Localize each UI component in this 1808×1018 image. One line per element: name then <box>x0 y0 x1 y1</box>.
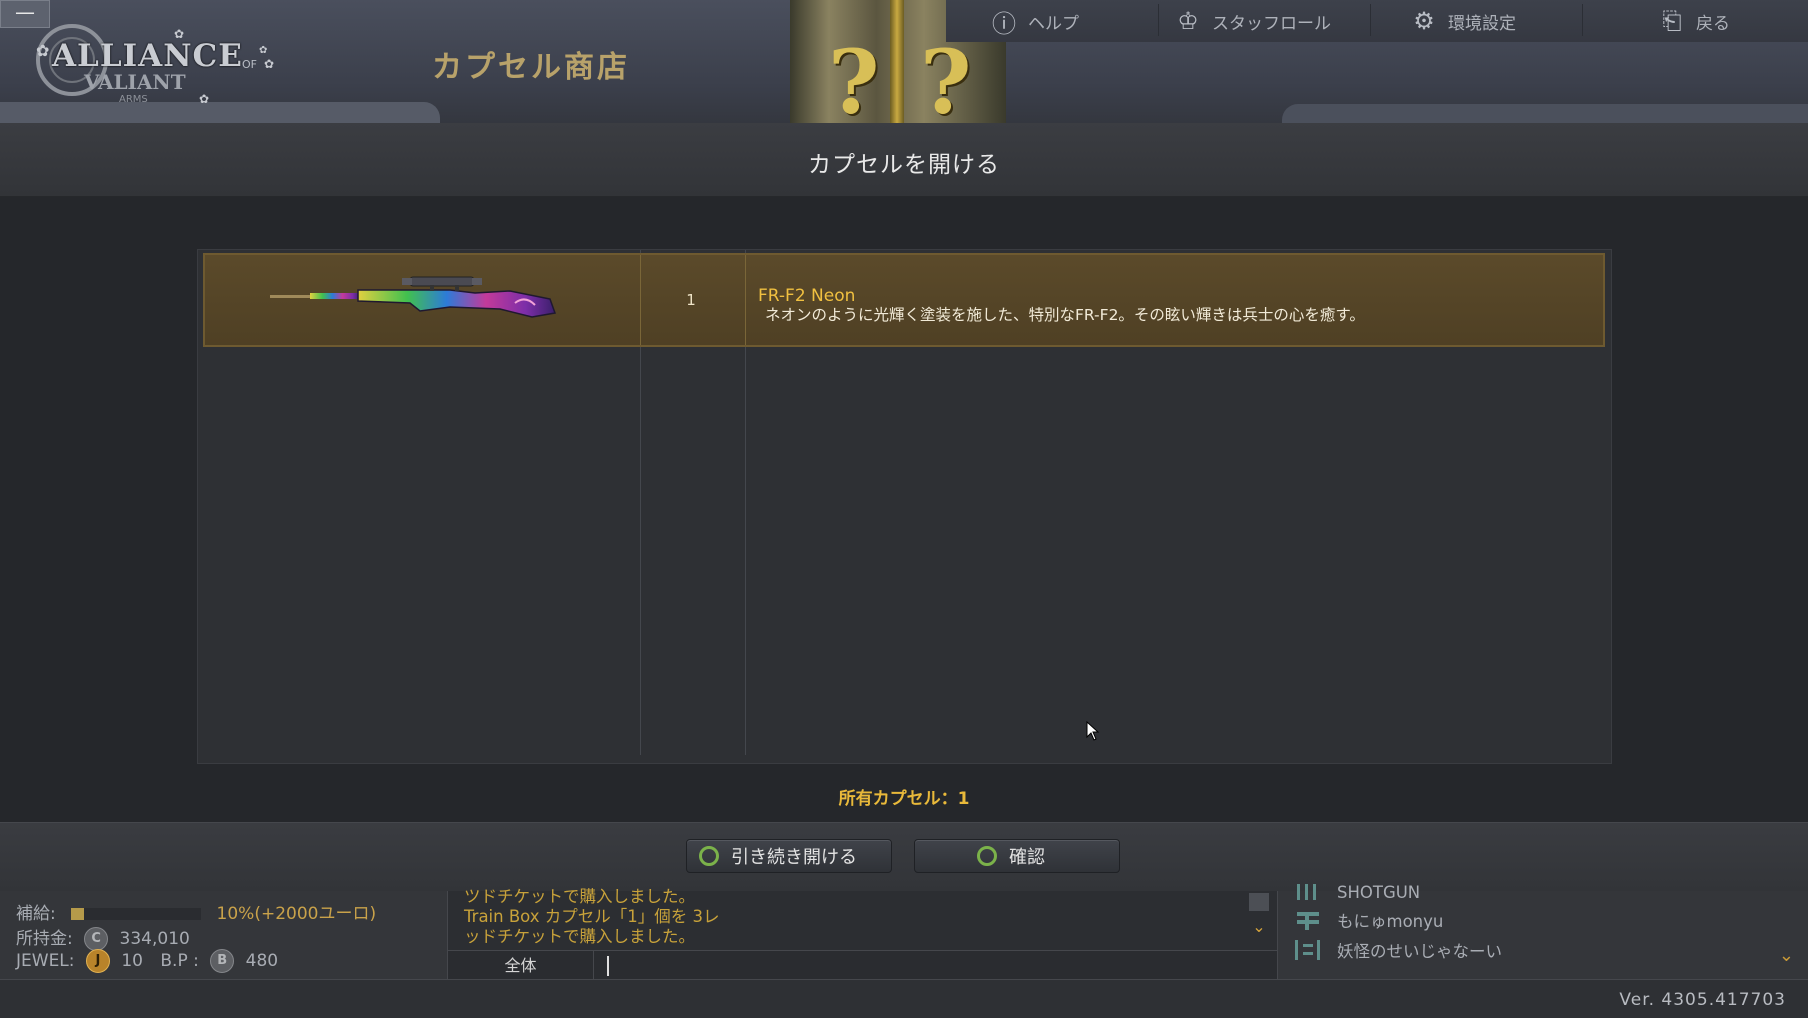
scroll-thumb[interactable] <box>1249 893 1269 911</box>
dialog-header: カプセルを開ける <box>0 123 1808 197</box>
friend-item[interactable]: 妖怪のせいじゃなーい <box>1293 937 1502 963</box>
sniper-rifle-image <box>270 276 557 318</box>
action-bar: 引き続き開ける 確認 <box>0 822 1808 892</box>
chat-channel-select[interactable]: 全体 <box>448 951 594 980</box>
chat-input[interactable] <box>598 953 1262 979</box>
settings-label: 環境設定 <box>1448 13 1516 34</box>
back-icon: ⎗ <box>1662 7 1682 35</box>
supply-progress-fill <box>71 908 85 920</box>
top-right-ribbon <box>1282 104 1808 123</box>
svg-text:✿: ✿ <box>36 41 49 60</box>
capsule-result-list: 1 FR-F2 Neon ネオンのように光輝く塗装を施した、特別なFR-F2。そ… <box>197 249 1612 764</box>
friend-name: SHOTGUN <box>1337 882 1421 902</box>
top-bar: — ✿ ✿ ✿ ✿ ✿ ALLIANCE OF VALIANT ARMS カプセ… <box>0 0 1808 123</box>
friend-list: SHOTGUN もにゅmonyu 妖怪のせいじゃなーい ⌄ <box>1277 883 1808 979</box>
gear-icon: ⚙ <box>1413 7 1435 35</box>
bp-coin-icon: B <box>210 949 235 973</box>
capsule-stripe <box>890 0 904 123</box>
back-button[interactable]: ⎗ 戻る <box>1658 0 1730 42</box>
money-label: 所持金: <box>16 929 73 949</box>
page-title: カプセル商店 <box>432 50 630 85</box>
chevron-down-icon[interactable]: ⌄ <box>1249 917 1269 936</box>
jewel-coin-icon: J <box>85 949 110 973</box>
jewel-label: JEWEL: <box>16 951 75 971</box>
staff-roll-icon: ♔ <box>1177 7 1199 35</box>
logo-of: OF <box>242 58 257 71</box>
rank-icon <box>1293 908 1323 932</box>
owned-capsules: 所有カプセル：1 <box>838 789 970 809</box>
money-value: 334,010 <box>119 929 190 949</box>
help-label: ヘルプ <box>1028 13 1079 34</box>
friend-item[interactable]: SHOTGUN <box>1293 879 1420 905</box>
supply-label: 補給: <box>16 904 56 924</box>
list-item[interactable]: 1 FR-F2 Neon ネオンのように光輝く塗装を施した、特別なFR-F2。そ… <box>203 253 1605 347</box>
circle-icon <box>977 846 997 866</box>
rank-icon <box>1293 880 1323 904</box>
supply-text: 10%(+2000ユーロ) <box>216 904 377 924</box>
nav-divider <box>1158 4 1159 36</box>
supply-row: 補給: 10%(+2000ユーロ) <box>16 899 376 924</box>
game-logo: ✿ ✿ ✿ ✿ ✿ ALLIANCE OF VALIANT ARMS <box>24 8 294 106</box>
continue-open-button[interactable]: 引き続き開ける <box>686 839 892 873</box>
settings-button[interactable]: ⚙ 環境設定 <box>1410 0 1516 42</box>
supply-progress-bar <box>71 908 202 920</box>
chat-message: ッドチケットで購入しました。 <box>464 927 695 946</box>
nav-divider <box>1582 4 1583 36</box>
friend-item[interactable]: もにゅmonyu <box>1293 907 1443 933</box>
credit-coin-icon: C <box>84 927 109 951</box>
back-label: 戻る <box>1696 13 1730 34</box>
friend-name: 妖怪のせいじゃなーい <box>1337 942 1502 961</box>
cell-divider <box>745 255 746 345</box>
help-button[interactable]: ⓘ ヘルプ <box>990 0 1079 42</box>
svg-text:✿: ✿ <box>259 45 267 56</box>
version-label: Ver. 4305.417703 <box>1619 990 1786 1010</box>
continue-open-label: 引き続き開ける <box>731 847 857 868</box>
status-bar: Ver. 4305.417703 <box>0 979 1808 1018</box>
player-stats: 補給: 10%(+2000ユーロ) 所持金: C 334,010 JEWEL: … <box>0 891 446 979</box>
logo-subtitle: VALIANT <box>84 70 186 94</box>
chevron-down-icon[interactable]: ⌄ <box>1779 945 1794 966</box>
jewel-value: 10 <box>121 951 143 971</box>
confirm-button[interactable]: 確認 <box>914 839 1120 873</box>
jewel-row: JEWEL: J 10 B.P : B 480 <box>16 949 278 973</box>
question-mark-icon: ? <box>828 30 880 123</box>
chat-panel: ツドチケットで購入しました。 Train Box カプセル「1」個を 3レ ッド… <box>447 887 1278 980</box>
friend-name: もにゅmonyu <box>1337 912 1444 931</box>
bp-value: 480 <box>245 951 279 971</box>
chat-scrollbar[interactable]: ⌄ <box>1249 893 1269 945</box>
confirm-label: 確認 <box>1009 847 1045 868</box>
circle-icon <box>699 846 719 866</box>
svg-text:✿: ✿ <box>199 92 209 106</box>
help-icon: ⓘ <box>992 9 1016 38</box>
item-quantity: 1 <box>686 291 696 309</box>
question-mark-icon: ? <box>920 30 972 123</box>
money-row: 所持金: C 334,010 <box>16 924 190 951</box>
rank-icon <box>1293 938 1323 962</box>
top-navigation: ⓘ ヘルプ ♔ スタッフロール ⚙ 環境設定 ⎗ 戻る <box>946 0 1808 42</box>
logo-title: ALLIANCE <box>52 38 243 74</box>
chat-input-row: 全体 <box>448 950 1277 980</box>
item-description: ネオンのように光輝く塗装を施した、特別なFR-F2。その眩い輝きは兵士の心を癒す… <box>765 306 1365 324</box>
mouse-cursor-icon <box>1086 721 1100 741</box>
logo-arms: ARMS <box>119 94 148 105</box>
nav-divider <box>1370 4 1371 36</box>
svg-text:✿: ✿ <box>264 57 274 71</box>
bp-label: B.P : <box>160 951 199 971</box>
staff-roll-label: スタッフロール <box>1212 13 1331 34</box>
bottom-panel: 補給: 10%(+2000ユーロ) 所持金: C 334,010 JEWEL: … <box>0 883 1808 1018</box>
staff-roll-button[interactable]: ♔ スタッフロール <box>1174 0 1331 42</box>
dialog-title: カプセルを開ける <box>808 152 1000 178</box>
